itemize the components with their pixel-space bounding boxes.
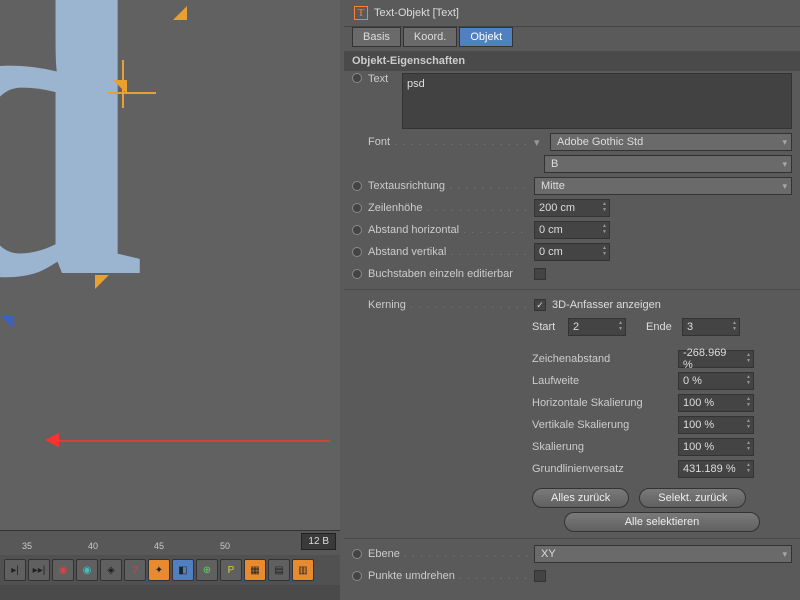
panel-header: T Text-Objekt [Text] [344, 0, 800, 27]
radio-icon[interactable] [352, 203, 362, 213]
key-button[interactable]: ◈ [100, 559, 122, 581]
radio-icon[interactable] [352, 571, 362, 581]
tab-basis[interactable]: Basis [352, 27, 401, 47]
tracking-label: Laufweite [532, 375, 672, 387]
handle-icon[interactable] [0, 315, 14, 329]
handle-icon[interactable] [95, 275, 109, 289]
kerning-label: Kerning [368, 299, 528, 311]
arrow-left-icon [45, 433, 59, 447]
tick: 45 [154, 541, 164, 551]
hspacing-label: Abstand horizontal [368, 224, 528, 236]
radio-icon[interactable] [352, 225, 362, 235]
transport-bar: ▸| ▸▸| ◉ ◉ ◈ ? ✦ ◧ ⊕ P ▦ ▤ ▥ [0, 555, 340, 585]
text-glyph-d: d [0, 0, 100, 290]
ruler[interactable]: 35 40 45 50 12 B [0, 531, 340, 555]
text-input[interactable]: psd [402, 73, 792, 129]
prev-button[interactable]: ▸| [4, 559, 26, 581]
charspacing-input[interactable]: -268.969 %▲▼ [678, 350, 754, 368]
editchars-label: Buchstaben einzeln editierbar [368, 268, 528, 280]
vscale-input[interactable]: 100 %▲▼ [678, 416, 754, 434]
radio-icon[interactable] [352, 247, 362, 257]
handle-icon[interactable] [173, 6, 187, 20]
handle-icon[interactable] [113, 80, 127, 94]
panel-title: Text-Objekt [Text] [374, 7, 459, 19]
tool-button[interactable]: ⊕ [196, 559, 218, 581]
hspacing-input[interactable]: 0 cm▲▼ [534, 221, 610, 239]
plane-dropdown[interactable]: XY [534, 545, 792, 563]
tick: 35 [22, 541, 32, 551]
tool-button[interactable]: ▦ [244, 559, 266, 581]
vspacing-label: Abstand vertikal [368, 246, 528, 258]
baseline-label: Grundlinienversatz [532, 463, 672, 475]
scale-label: Skalierung [532, 441, 672, 453]
hscale-input[interactable]: 100 %▲▼ [678, 394, 754, 412]
tool-button[interactable]: ▥ [292, 559, 314, 581]
section-header: Objekt-Eigenschaften [344, 51, 800, 71]
show3d-checkbox[interactable]: ✓ [534, 299, 546, 311]
start-label: Start [532, 321, 562, 333]
lineheight-input[interactable]: 200 cm▲▼ [534, 199, 610, 217]
lineheight-label: Zeilenhöhe [368, 202, 528, 214]
attributes-panel: T Text-Objekt [Text] Basis Koord. Objekt… [344, 0, 800, 600]
chevron-down-icon[interactable]: ▾ [534, 136, 544, 149]
editchars-checkbox[interactable] [534, 268, 546, 280]
radio-icon[interactable] [352, 549, 362, 559]
tool-button[interactable]: ◧ [172, 559, 194, 581]
tabs: Basis Koord. Objekt [344, 27, 800, 51]
tick: 40 [88, 541, 98, 551]
tool-button[interactable]: P [220, 559, 242, 581]
flip-checkbox[interactable] [534, 570, 546, 582]
font-weight-dropdown[interactable]: B [544, 155, 792, 173]
record-button[interactable]: ◉ [52, 559, 74, 581]
frame-badge: 12 B [301, 533, 336, 550]
scale-input[interactable]: 100 %▲▼ [678, 438, 754, 456]
font-label: Font [368, 136, 528, 148]
radio-icon[interactable] [352, 269, 362, 279]
select-all-button[interactable]: Alle selektieren [564, 512, 761, 532]
tab-koord[interactable]: Koord. [403, 27, 457, 47]
flip-label: Punkte umdrehen [368, 570, 528, 582]
start-input[interactable]: 2▲▼ [568, 318, 626, 336]
tracking-input[interactable]: 0 %▲▼ [678, 372, 754, 390]
text-object-icon: T [354, 6, 368, 20]
tick: 50 [220, 541, 230, 551]
charspacing-label: Zeichenabstand [532, 353, 672, 365]
autokey-button[interactable]: ◉ [76, 559, 98, 581]
radio-icon[interactable] [352, 181, 362, 191]
align-dropdown[interactable]: Mitte [534, 177, 792, 195]
next-button[interactable]: ▸▸| [28, 559, 50, 581]
plane-label: Ebene [368, 548, 528, 560]
reset-all-button[interactable]: Alles zurück [532, 488, 629, 508]
viewport-3d[interactable]: d [0, 0, 340, 530]
text-label: Text [368, 73, 396, 85]
tool-button[interactable]: ✦ [148, 559, 170, 581]
radio-icon[interactable] [352, 73, 362, 83]
tool-button[interactable]: ▤ [268, 559, 290, 581]
show3d-label: 3D-Anfasser anzeigen [552, 299, 661, 311]
align-label: Textausrichtung [368, 180, 528, 192]
vscale-label: Vertikale Skalierung [532, 419, 672, 431]
tab-objekt[interactable]: Objekt [459, 27, 513, 47]
help-button[interactable]: ? [124, 559, 146, 581]
vspacing-input[interactable]: 0 cm▲▼ [534, 243, 610, 261]
end-input[interactable]: 3▲▼ [682, 318, 740, 336]
reset-selection-button[interactable]: Selekt. zurück [639, 488, 746, 508]
axis-red [50, 440, 330, 442]
hscale-label: Horizontale Skalierung [532, 397, 672, 409]
baseline-input[interactable]: 431.189 %▲▼ [678, 460, 754, 478]
font-dropdown[interactable]: Adobe Gothic Std [550, 133, 792, 151]
end-label: Ende [646, 321, 676, 333]
timeline: 35 40 45 50 12 B ▸| ▸▸| ◉ ◉ ◈ ? ✦ ◧ ⊕ P … [0, 530, 340, 600]
